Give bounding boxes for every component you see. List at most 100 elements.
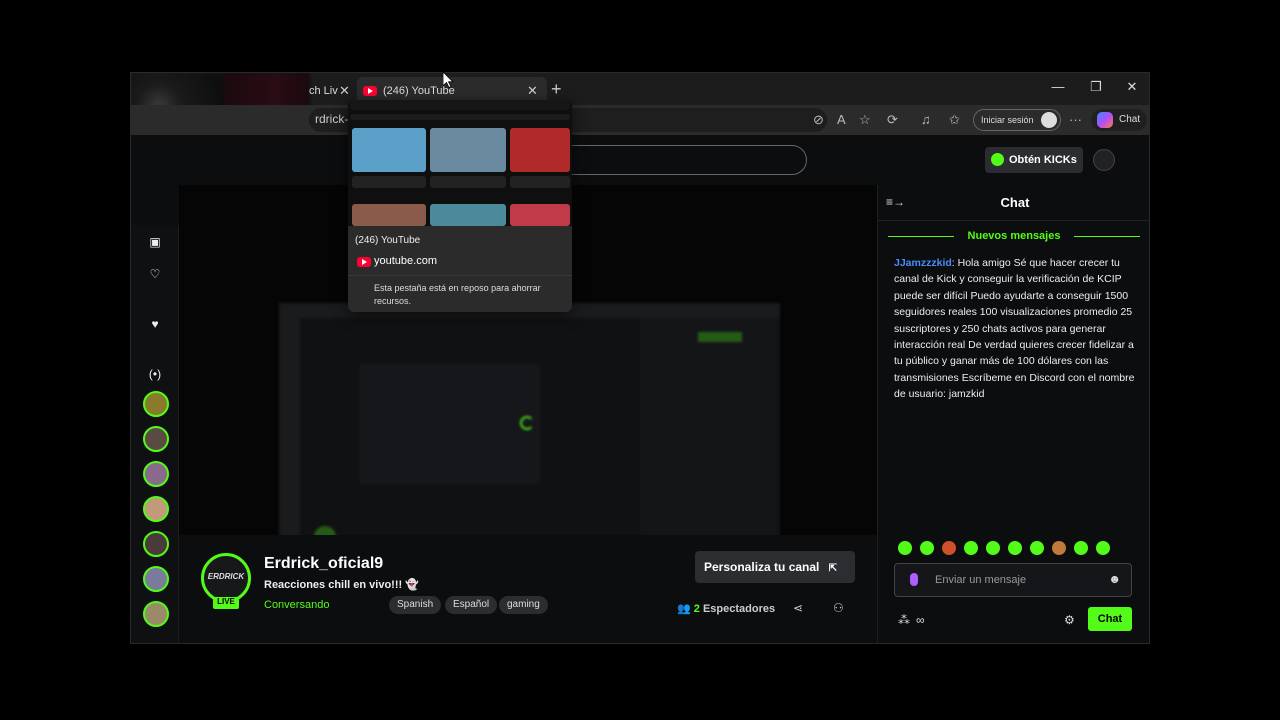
stream-info: ERDRICK LIVE Erdrick_oficial9 Reacciones…	[179, 535, 877, 643]
get-kicks-button[interactable]: Obtén KICKs	[985, 147, 1083, 173]
screen: ch Liv ✕ (246) YouTube ✕ + — ❐ ✕ rdrick-…	[0, 0, 1280, 720]
tab-hover-preview: (246) YouTube youtube.com Esta pestaña e…	[348, 100, 572, 312]
chat-input-placeholder: Enviar un mensaje	[935, 574, 1027, 586]
share-icon[interactable]: ⋖	[793, 601, 803, 615]
emoji-icon[interactable]: ☻	[1108, 572, 1121, 586]
viewer-count: 👥 2 Espectadores	[677, 602, 775, 615]
copilot-chat-button[interactable]: Chat	[1091, 109, 1147, 131]
tab-kick-close-icon[interactable]: ✕	[339, 83, 350, 99]
tab-kick-label: ch Liv	[309, 85, 338, 97]
chat-title: Chat	[1000, 195, 1030, 210]
customize-channel-label: Personaliza tu canal	[704, 560, 820, 574]
read-aloud-icon[interactable]: A	[837, 112, 846, 127]
tag-spanish[interactable]: Spanish	[389, 596, 442, 614]
sidebar-channel-avatar[interactable]	[143, 566, 169, 592]
copilot-icon	[1097, 112, 1113, 128]
signin-button[interactable]: Iniciar sesión	[973, 109, 1061, 131]
chat-message-text: : Hola amigo Sé que hacer crecer tu cana…	[894, 257, 1135, 401]
channel-name[interactable]: Erdrick_oficial9	[264, 555, 383, 573]
category-link[interactable]: Conversando	[264, 599, 329, 611]
tag-gaming[interactable]: gaming	[499, 596, 548, 614]
emote-icon[interactable]	[920, 541, 934, 555]
live-badge: LIVE	[213, 597, 239, 609]
chat-message-input[interactable]: Enviar un mensaje ☻	[894, 563, 1132, 597]
chat-header: ≡→ Chat	[878, 185, 1149, 221]
chat-send-button[interactable]: Chat	[1088, 607, 1132, 631]
tag-espanol[interactable]: Español	[445, 596, 498, 614]
mouse-cursor-icon	[443, 72, 453, 88]
search-input[interactable]	[551, 145, 807, 175]
new-tab-plus-icon[interactable]: +	[551, 79, 562, 100]
thumb-video	[352, 204, 426, 226]
external-link-icon: ⇱	[828, 563, 838, 574]
viewer-count-label: Espectadores	[702, 603, 776, 615]
new-messages-divider: Nuevos mensajes	[888, 230, 1140, 242]
sidebar-channel-avatar[interactable]	[143, 391, 169, 417]
sidebar-channel-avatar[interactable]	[143, 601, 169, 627]
heart-icon[interactable]: ♥	[131, 317, 179, 331]
channel-points-value: ∞	[916, 613, 925, 627]
kick-page: Obtén KICKs ▣ ♡ ♥ (•) ERDRICK LIVE Erdri…	[131, 135, 1149, 643]
emote-bar	[898, 541, 1138, 557]
browser-window: ch Liv ✕ (246) YouTube ✕ + — ❐ ✕ rdrick-…	[130, 72, 1150, 644]
sidebar-channel-avatar[interactable]	[143, 496, 169, 522]
thumb-meta	[510, 176, 570, 188]
youtube-icon	[363, 86, 377, 96]
user-avatar[interactable]	[1093, 149, 1115, 171]
tracking-icon[interactable]: ⊘	[813, 112, 824, 128]
preview-thumbnail	[348, 100, 572, 226]
more-menu-icon[interactable]: ···	[1069, 112, 1082, 127]
customize-channel-button[interactable]: Personaliza tu canal ⇱	[695, 551, 855, 583]
channel-points-icon[interactable]: ⁂	[898, 613, 910, 627]
following-icon[interactable]: ▣	[131, 235, 179, 249]
preview-domain: youtube.com	[374, 255, 437, 267]
extensions-icon[interactable]: ♫	[921, 112, 931, 127]
thumb-chips	[350, 114, 570, 120]
emote-icon[interactable]	[1096, 541, 1110, 555]
mic-icon[interactable]	[910, 573, 918, 586]
favorite-star-icon[interactable]: ☆	[859, 112, 871, 128]
thumb-video	[510, 204, 570, 226]
emote-icon[interactable]	[1008, 541, 1022, 555]
heart-outline-icon[interactable]: ♡	[131, 267, 179, 281]
emote-icon[interactable]	[942, 541, 956, 555]
refresh-extension-icon[interactable]: ⟳	[887, 112, 898, 128]
sidebar-channel-avatar[interactable]	[143, 461, 169, 487]
signin-label: Iniciar sesión	[981, 115, 1034, 125]
tab-youtube-close-icon[interactable]: ✕	[527, 83, 538, 99]
capture-loading-spinner	[520, 416, 534, 430]
toolbar: rdrick-of ⊘ A ☆ ⟳ ♫ ✩ Iniciar sesión ···…	[131, 105, 1149, 135]
profile-avatar-icon	[1041, 112, 1057, 128]
thumb-video	[430, 128, 506, 172]
viewer-count-number: 2	[693, 603, 700, 615]
channel-avatar-text: ERDRICK	[207, 572, 245, 581]
close-window-icon[interactable]: ✕	[1117, 79, 1147, 95]
thumb-meta	[430, 176, 506, 188]
capture-kicks	[698, 332, 742, 342]
chat-panel: ≡→ Chat Nuevos mensajes JJamzzzkid: Hola…	[877, 185, 1149, 643]
emote-icon[interactable]	[898, 541, 912, 555]
thumb-video	[510, 128, 570, 172]
emote-icon[interactable]	[1030, 541, 1044, 555]
emote-icon[interactable]	[1052, 541, 1066, 555]
sidebar-channel-avatar[interactable]	[143, 426, 169, 452]
preview-divider	[348, 275, 572, 276]
emote-icon[interactable]	[1074, 541, 1088, 555]
copilot-label: Chat	[1119, 114, 1141, 125]
emote-icon[interactable]	[986, 541, 1000, 555]
thumb-video	[352, 128, 426, 172]
preview-title: (246) YouTube	[355, 235, 421, 246]
chat-settings-gear-icon[interactable]: ⚙	[1064, 613, 1075, 627]
kicks-label: Obtén KICKs	[1009, 154, 1077, 166]
channel-avatar[interactable]: ERDRICK	[201, 553, 251, 603]
maximize-icon[interactable]: ❐	[1081, 79, 1111, 95]
follow-user-icon[interactable]: ⚇	[833, 601, 844, 615]
live-broadcast-icon[interactable]: (•)	[131, 367, 179, 381]
sidebar-channel-avatar[interactable]	[143, 531, 169, 557]
tab-strip: ch Liv ✕ (246) YouTube ✕ + — ❐ ✕	[131, 73, 1149, 225]
thumb-meta	[352, 176, 426, 188]
minimize-icon[interactable]: —	[1043, 79, 1073, 94]
emote-icon[interactable]	[964, 541, 978, 555]
chat-username[interactable]: JJamzzzkid	[894, 257, 952, 269]
favorites-icon[interactable]: ✩	[949, 112, 960, 128]
